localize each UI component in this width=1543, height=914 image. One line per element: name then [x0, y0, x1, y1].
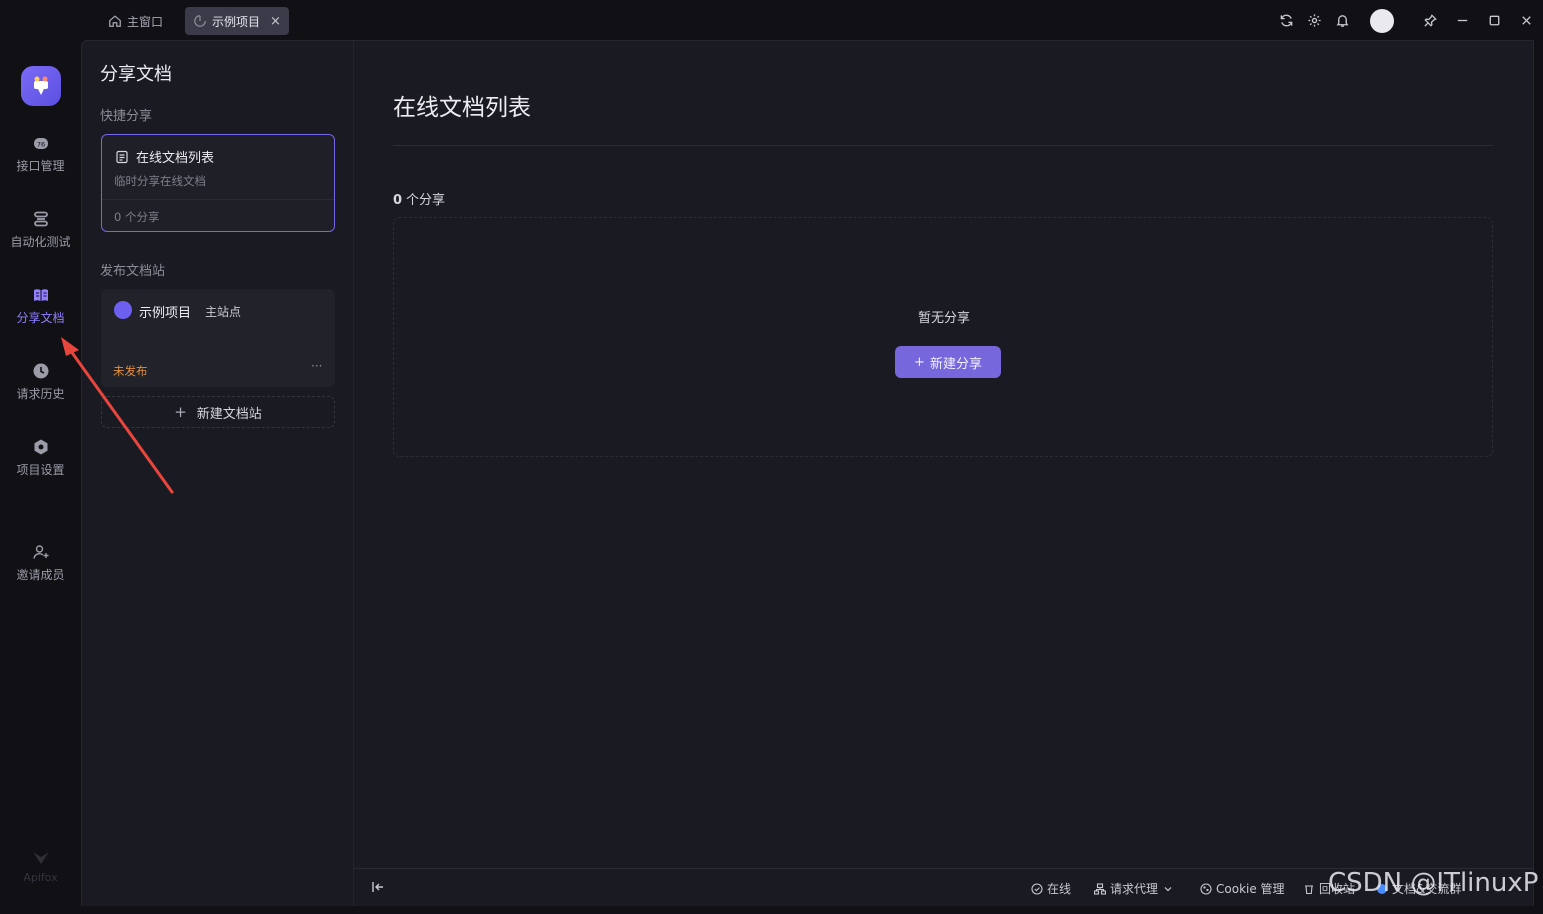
cookie-icon	[1200, 882, 1212, 895]
status-request-proxy-label: 请求代理	[1110, 882, 1159, 896]
project-logo-icon	[114, 301, 132, 319]
pin-icon[interactable]	[1422, 12, 1438, 28]
home-icon	[109, 15, 121, 27]
apifox-mark-icon	[32, 852, 49, 864]
new-doc-site-button[interactable]: + 新建文档站	[101, 396, 335, 428]
chevron-down-icon	[1164, 886, 1172, 891]
share-docs-sidebar: 分享文档 快捷分享 在线文档列表 临时分享在线文档 0 个分享 发布文档站 示例…	[81, 40, 353, 906]
doc-site-card[interactable]: 示例项目 主站点 未发布 ···	[101, 289, 335, 387]
doc-site-status: 未发布	[113, 364, 148, 378]
online-docs-card-subtitle: 临时分享在线文档	[114, 174, 206, 188]
gear-icon[interactable]	[1306, 12, 1322, 28]
document-icon	[116, 150, 128, 163]
new-share-button[interactable]: + 新建分享	[895, 346, 1001, 378]
new-share-label: 新建分享	[929, 356, 982, 372]
apifox-logo-icon	[34, 76, 48, 95]
new-doc-site-label: 新建文档站	[196, 406, 262, 422]
status-recycle-bin-label: 回收站	[1319, 882, 1356, 896]
tab-example-project[interactable]: 示例项目 ×	[185, 7, 289, 35]
rail-footer-brand: Apifox	[0, 848, 81, 884]
online-docs-card-header: 在线文档列表	[115, 147, 214, 166]
nav-request-history-label: 请求历史	[16, 387, 65, 401]
status-cookie-manager-label: Cookie 管理	[1216, 882, 1285, 896]
api-icon: 76	[33, 138, 48, 149]
svg-text:76: 76	[36, 141, 44, 149]
status-online-label: 在线	[1047, 882, 1072, 896]
tab-example-project-label: 示例项目	[212, 14, 261, 29]
docs-community-icon	[1377, 883, 1387, 894]
nav-invite-members[interactable]: 邀请成员	[0, 543, 81, 583]
nav-api-management-label: 接口管理	[16, 159, 65, 173]
avatar[interactable]	[1370, 9, 1394, 33]
tab-main-window[interactable]: 主窗口	[100, 7, 171, 35]
quick-share-heading: 快捷分享	[100, 109, 153, 124]
nav-invite-members-label: 邀请成员	[16, 568, 65, 582]
project-icon	[194, 15, 206, 27]
title-divider	[393, 145, 1493, 146]
close-icon[interactable]	[1518, 12, 1534, 28]
nav-project-settings-label: 项目设置	[16, 463, 65, 477]
doc-site-name: 示例项目	[139, 306, 192, 321]
plus-icon: +	[914, 354, 925, 370]
minimize-icon[interactable]	[1454, 12, 1470, 28]
refresh-icon[interactable]	[1278, 12, 1294, 28]
network-icon	[1094, 882, 1106, 895]
publish-site-heading: 发布文档站	[100, 264, 166, 279]
page-title: 在线文档列表	[393, 95, 531, 121]
share-count-label: 个分享	[406, 193, 446, 208]
sidebar-title: 分享文档	[100, 64, 172, 85]
clock-icon	[33, 363, 48, 379]
share-count: 0 个分享	[393, 189, 445, 208]
invite-user-icon	[32, 545, 48, 559]
app-logo[interactable]	[21, 66, 61, 106]
share-count-number: 0	[393, 193, 403, 208]
empty-state-text: 暂无分享	[917, 311, 970, 326]
hexagon-settings-icon	[34, 439, 47, 455]
status-recycle-bin[interactable]: 回收站	[1303, 880, 1355, 897]
nav-api-management[interactable]: 76 接口管理	[0, 134, 81, 174]
doc-site-tag: 主站点	[205, 305, 242, 319]
trash-icon	[1305, 884, 1313, 894]
nav-rail: 76 接口管理 自动化测试 分享文档 请求历史 项目设置 邀请成员 Apifox	[0, 40, 81, 914]
status-cookie-manager[interactable]: Cookie 管理	[1200, 880, 1285, 897]
rail-footer-label: Apifox	[23, 871, 58, 884]
main-content: 在线文档列表 0 个分享 暂无分享 + 新建分享	[353, 40, 1534, 868]
bell-icon[interactable]	[1334, 12, 1350, 28]
nav-request-history[interactable]: 请求历史	[0, 362, 81, 402]
status-bar: 在线 请求代理 Cookie 管理 回收站 文档&交流群	[353, 868, 1534, 906]
more-options-icon[interactable]: ···	[311, 359, 322, 373]
nav-project-settings[interactable]: 项目设置	[0, 438, 81, 478]
status-docs-community[interactable]: 文档&交流群	[1376, 880, 1461, 897]
tab-main-window-label: 主窗口	[127, 14, 164, 29]
nav-share-docs-label: 分享文档	[16, 311, 65, 325]
online-docs-share-count: 0 个分享	[114, 210, 160, 224]
nav-automation-test-label: 自动化测试	[10, 235, 71, 249]
nav-automation-test[interactable]: 自动化测试	[0, 210, 81, 250]
check-circle-icon	[1031, 882, 1043, 895]
book-icon	[33, 289, 48, 301]
title-bar: 主窗口 示例项目 ×	[0, 0, 1543, 40]
nav-share-docs[interactable]: 分享文档	[0, 286, 81, 326]
status-online[interactable]: 在线	[1031, 880, 1071, 897]
collapse-sidebar-icon[interactable]	[371, 880, 385, 894]
automation-icon	[33, 211, 48, 227]
status-docs-community-label: 文档&交流群	[1392, 882, 1462, 896]
tab-close-icon[interactable]: ×	[270, 14, 281, 29]
online-docs-card-title: 在线文档列表	[136, 151, 215, 166]
empty-state: 暂无分享 + 新建分享	[393, 217, 1493, 457]
card-divider	[102, 199, 334, 200]
maximize-icon[interactable]	[1486, 12, 1502, 28]
online-docs-card[interactable]: 在线文档列表 临时分享在线文档 0 个分享	[101, 134, 335, 232]
plus-icon: +	[174, 403, 187, 421]
status-request-proxy[interactable]: 请求代理	[1094, 880, 1178, 897]
